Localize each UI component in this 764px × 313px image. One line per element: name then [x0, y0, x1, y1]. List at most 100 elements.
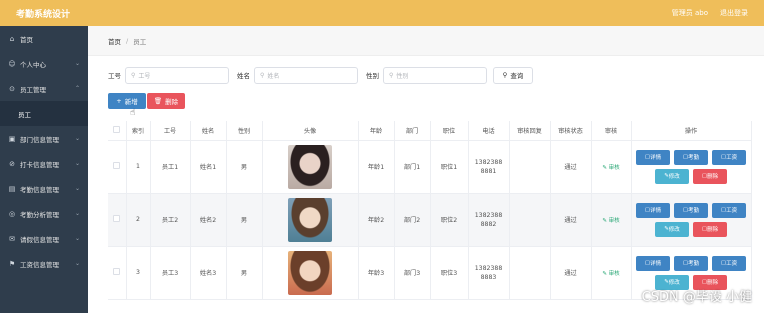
salary-label: 工资	[726, 261, 738, 267]
header-avatar: 头像	[262, 121, 359, 141]
delete-button[interactable]: ▢ 删除	[693, 168, 727, 184]
add-button[interactable]: + 新增	[108, 93, 146, 109]
phone-line2: 8883	[480, 273, 497, 281]
salary-label: 工资	[726, 155, 738, 161]
cell-name: 姓名1	[190, 140, 227, 194]
cell-avatar	[262, 140, 359, 194]
phone-line1: 1382388	[474, 211, 503, 219]
salary-button[interactable]: ▢ 工资	[712, 202, 746, 218]
detail-label: 详情	[650, 155, 662, 161]
cell-age: 年龄2	[358, 193, 395, 247]
detail-button[interactable]: ▢ 详情	[636, 202, 670, 218]
flag-icon: ⚑	[8, 259, 16, 268]
detail-button[interactable]: ▢ 详情	[636, 255, 670, 271]
action-bar: + 新增 🗑 删除	[108, 93, 185, 109]
cell-gender: 男	[226, 140, 263, 194]
mail-icon: ✉	[9, 234, 15, 243]
logout-link[interactable]: 退出登录	[720, 8, 748, 18]
name-placeholder: 姓名	[267, 72, 280, 80]
header-gender: 性别	[226, 121, 263, 141]
header-index: 索引	[126, 121, 151, 141]
audit-label: 审核	[608, 217, 620, 224]
table-header-row: 索引 工号 姓名 性别 头像 年龄 部门 职位 电话 审核回复 审核状态 审核 …	[108, 121, 752, 141]
search-icon: ⚲	[389, 71, 394, 79]
row-checkbox[interactable]	[108, 246, 127, 300]
row-checkbox[interactable]	[108, 140, 127, 194]
audit-link[interactable]: ✎ 审核	[602, 271, 619, 277]
salary-label: 工资	[726, 208, 738, 214]
sidebar-item-analysis[interactable]: ◎ 考勤分析管理 ⌄	[0, 201, 88, 226]
chevron-down-icon: ⌄	[74, 210, 80, 217]
attendance-label: 考勤	[688, 208, 700, 214]
watermark: CSDN @毕设 小健	[641, 290, 752, 305]
salary-button[interactable]: ▢ 工资	[712, 149, 746, 165]
sidebar-item-home[interactable]: ⌂ 首页	[0, 26, 88, 51]
sidebar-item-attendance[interactable]: ▤ 考勤信息管理 ⌄	[0, 176, 88, 201]
cell-name: 姓名2	[190, 193, 227, 247]
audit-link[interactable]: ✎ 审核	[602, 218, 619, 224]
cell-audit: ✎ 审核	[591, 193, 632, 247]
attendance-button[interactable]: ▢ 考勤	[674, 255, 708, 271]
edit-icon: ✎	[602, 164, 607, 171]
detail-label: 详情	[650, 208, 662, 214]
search-button[interactable]: ⚲ 查询	[493, 66, 533, 84]
detail-button[interactable]: ▢ 详情	[636, 149, 670, 165]
user-icon: ☺	[8, 59, 16, 68]
header-gonghao: 工号	[150, 121, 191, 141]
search-icon: ⚲	[131, 71, 136, 79]
edit-label: 修改	[668, 280, 680, 286]
chevron-down-icon: ⌄	[74, 135, 80, 142]
sidebar: ⌂ 首页 ☺ 个人中心 ⌄ ⊙ 员工管理 ⌃ 员工 ▣ 部门信息管理 ⌄ ⊘ 打卡信息管理 ⌄ ▤…	[0, 26, 88, 313]
batch-delete-button[interactable]: 🗑 删除	[147, 93, 185, 109]
admin-name: 管理员 abo	[671, 9, 708, 17]
attendance-label: 考勤	[688, 261, 700, 267]
sidebar-item-employee-mgmt[interactable]: ⊙ 员工管理 ⌃	[0, 76, 88, 101]
breadcrumb: 首页 / 员工	[88, 26, 764, 56]
sidebar-item-punch[interactable]: ⊘ 打卡信息管理 ⌄	[0, 151, 88, 176]
header-operations: 操作	[631, 121, 752, 141]
edit-button[interactable]: ✎ 修改	[655, 221, 689, 237]
cell-age: 年龄3	[358, 246, 395, 300]
chevron-down-icon: ⌄	[74, 260, 80, 267]
row-checkbox[interactable]	[108, 193, 127, 247]
attendance-button[interactable]: ▢ 考勤	[674, 149, 708, 165]
avatar	[288, 144, 332, 189]
edit-icon: ✎	[602, 217, 607, 224]
edit-button[interactable]: ✎ 修改	[655, 168, 689, 184]
sidebar-item-profile[interactable]: ☺ 个人中心 ⌄	[0, 51, 88, 76]
cell-position: 职位2	[430, 193, 469, 247]
audit-link[interactable]: ✎ 审核	[602, 165, 619, 171]
cell-reply	[509, 246, 551, 300]
phone-line1: 1382388	[474, 158, 503, 166]
cell-avatar	[262, 246, 359, 300]
calendar-icon: ▤	[8, 184, 16, 193]
attendance-button[interactable]: ▢ 考勤	[674, 202, 708, 218]
header-audit: 审核	[591, 121, 632, 141]
chevron-down-icon: ⌄	[74, 185, 80, 192]
sidebar-item-employee[interactable]: 员工	[0, 101, 88, 126]
name-input[interactable]: ⚲ 姓名	[254, 66, 358, 84]
hand-cursor-icon: ☝	[130, 108, 136, 118]
chart-icon: ◎	[8, 209, 16, 218]
cell-operations: ▢ 详情 ▢ 考勤 ▢ 工资 ✎ 修改 ▢ 删除	[631, 193, 752, 247]
chevron-down-icon: ⌄	[74, 60, 80, 67]
gonghao-input[interactable]: ⚲ 工号	[125, 66, 229, 84]
delete-button[interactable]: ▢ 删除	[693, 221, 727, 237]
gender-input[interactable]: ⚲ 性别	[383, 66, 487, 84]
select-all-checkbox[interactable]	[108, 121, 127, 141]
salary-button[interactable]: ▢ 工资	[712, 255, 746, 271]
sidebar-item-label: 请假信息管理	[20, 235, 59, 244]
breadcrumb-home[interactable]: 首页	[108, 36, 121, 46]
cell-dept: 部门2	[394, 193, 431, 247]
cell-index: 3	[126, 246, 151, 300]
sidebar-item-label: 首页	[20, 35, 33, 44]
cell-index: 1	[126, 140, 151, 194]
sidebar-item-salary[interactable]: ⚑ 工资信息管理 ⌄	[0, 251, 88, 276]
cell-index: 2	[126, 193, 151, 247]
chevron-up-icon: ⌃	[74, 85, 80, 92]
sidebar-item-dept[interactable]: ▣ 部门信息管理 ⌄	[0, 126, 88, 151]
gonghao-placeholder: 工号	[138, 72, 151, 80]
sidebar-item-leave[interactable]: ✉ 请假信息管理 ⌄	[0, 226, 88, 251]
delete-button-label: 删除	[165, 98, 179, 106]
add-button-label: 新增	[124, 98, 138, 106]
